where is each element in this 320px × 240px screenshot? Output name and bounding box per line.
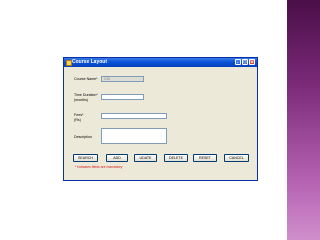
maximize-button[interactable]	[242, 59, 248, 65]
time-duration-unit-label: (months)	[74, 97, 89, 102]
course-layout-dialog: Course Layout Course Name* GDI Time Dura…	[63, 57, 258, 181]
time-duration-field[interactable]	[101, 94, 144, 100]
close-icon	[250, 60, 254, 64]
mandatory-fields-note: * Indicates fields are mandatory	[75, 165, 123, 169]
maximize-icon	[243, 60, 247, 64]
fees-unit-label: (Rs)	[74, 117, 81, 122]
minimize-button[interactable]	[235, 59, 241, 65]
cancel-button[interactable]: CANCEL	[224, 154, 249, 162]
add-button[interactable]: ADD	[106, 154, 128, 162]
reset-button[interactable]: RESET	[193, 154, 217, 162]
window-title: Course Layout	[72, 59, 108, 65]
course-name-field[interactable]: GDI	[101, 76, 144, 82]
close-button[interactable]	[249, 59, 255, 65]
title-bar[interactable]: Course Layout	[64, 58, 257, 67]
minimize-icon	[236, 62, 239, 64]
fees-field[interactable]	[101, 113, 167, 119]
search-button[interactable]: SEARCH	[73, 154, 98, 162]
description-label: Description	[74, 135, 92, 139]
delete-button[interactable]: DELETE	[164, 154, 188, 162]
update-button[interactable]: UDATE	[134, 154, 157, 162]
course-name-label: Course Name*	[74, 77, 98, 81]
decorative-side-bar	[287, 0, 320, 240]
description-field[interactable]	[101, 128, 167, 144]
